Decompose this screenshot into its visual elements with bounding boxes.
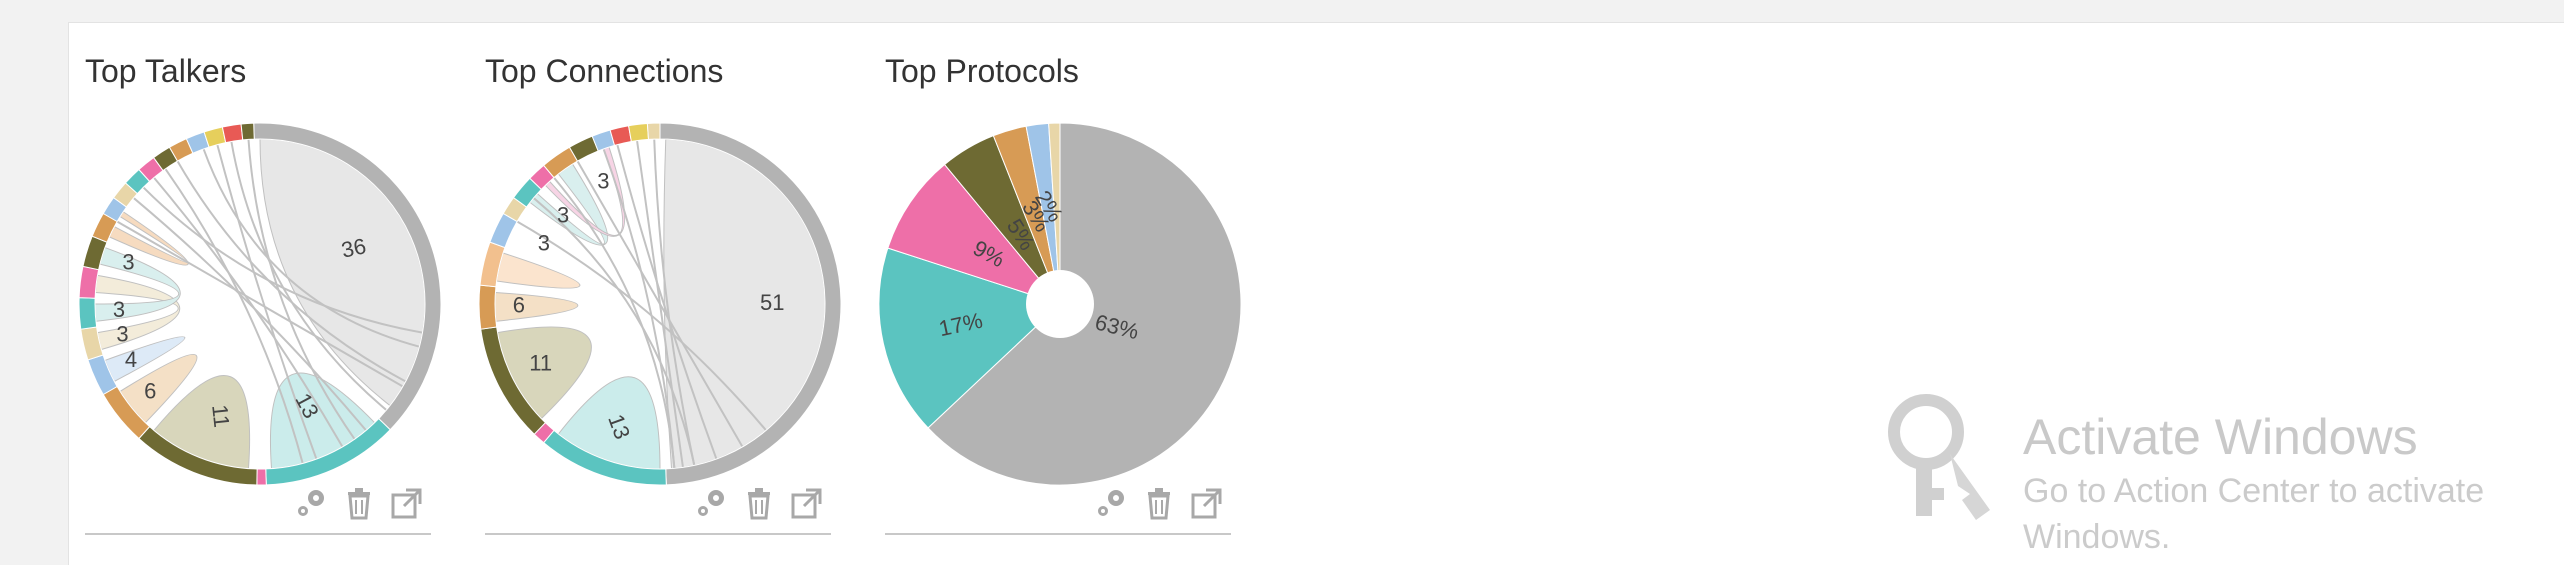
chord-value-label: 3 [113,297,125,322]
widget-toolbar [693,485,825,521]
widget-top-talkers: Top Talkers 36 13 11 6 4 3 3 3 [69,23,441,543]
widget-divider [85,533,431,535]
chord-group-arc[interactable] [609,125,632,147]
settings-icon[interactable] [293,485,329,521]
chord-value-label: 3 [116,322,128,347]
chord-value-label: 3 [122,250,134,275]
external-link-icon[interactable] [1189,485,1225,521]
trash-icon[interactable] [341,485,377,521]
chord-value-label: 36 [339,233,368,263]
trash-icon[interactable] [1141,485,1177,521]
external-link-icon[interactable] [389,485,425,521]
chord-value-label: 3 [538,231,550,256]
chord-value-label: 6 [144,379,156,404]
dashboard-panel: Top Talkers 36 13 11 6 4 3 3 3 Top Connections … [68,22,2564,565]
chord-group-arc[interactable] [221,123,244,144]
chord-group-arc[interactable] [627,123,650,143]
chord-ribbon[interactable] [494,291,579,322]
widget-divider [885,533,1231,535]
chord-group-arc[interactable] [79,297,98,330]
pie-center-hole [1026,270,1094,338]
ribbons [94,138,426,470]
top-talkers-chord-chart[interactable]: 36131164333 [79,123,441,485]
widget-title: Top Protocols [885,53,1079,89]
widget-top-protocols: Top Protocols 63% 17% 9% 5% 3% 2% [869,23,1241,543]
widget-toolbar [293,485,425,521]
trash-icon[interactable] [741,485,777,521]
chord-ribbon[interactable] [663,138,826,470]
top-connections-chord-chart[interactable]: 5113116333 [479,123,841,485]
widget-toolbar [1093,485,1225,521]
chord-value-label: 3 [557,203,569,228]
chord-group-arc[interactable] [79,265,100,299]
chord-value-label: 3 [597,168,609,193]
widget-title: Top Connections [485,53,724,89]
chord-group-arc[interactable] [479,284,498,330]
widget-top-connections: Top Connections 51 13 11 6 3 3 3 [469,23,841,543]
chord-value-label: 51 [760,290,784,315]
widget-divider [485,533,831,535]
external-link-icon[interactable] [789,485,825,521]
chord-value-label: 11 [207,403,234,428]
chord-value-label: 4 [125,347,137,372]
chord-value-label: 6 [513,292,525,317]
chord-group-arc[interactable] [646,123,661,140]
settings-icon[interactable] [693,485,729,521]
chord-group-arc[interactable] [240,123,255,141]
settings-icon[interactable] [1093,485,1129,521]
chord-value-label: 11 [529,351,552,376]
chord-ribbon[interactable] [496,252,581,289]
top-protocols-pie-chart[interactable]: 63%17%9%5%3%2% [879,123,1241,485]
chord-group-arc[interactable] [256,468,267,485]
widget-title: Top Talkers [85,53,247,89]
